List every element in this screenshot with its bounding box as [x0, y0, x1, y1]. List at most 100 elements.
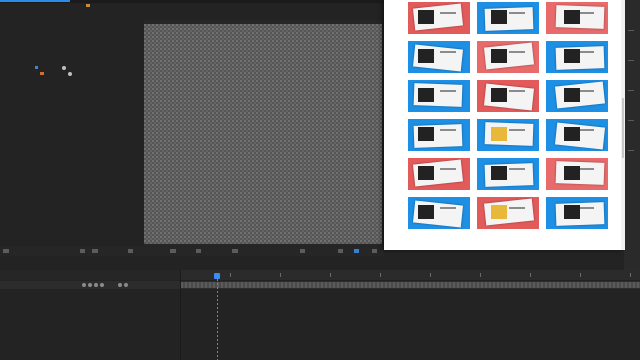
network-icon[interactable] [68, 72, 72, 76]
view-icon[interactable] [300, 249, 305, 253]
page-text-block [578, 51, 594, 53]
time-ruler[interactable] [181, 270, 640, 280]
panel-tick [628, 30, 634, 31]
ruler-tick [580, 273, 581, 277]
shy-icon[interactable] [118, 283, 122, 287]
ruler-tick [330, 273, 331, 277]
magazine-thumbnail[interactable] [477, 41, 539, 73]
playhead-line [217, 279, 218, 360]
grid-icon[interactable] [3, 249, 9, 253]
magazine-page [554, 81, 606, 109]
magazine-thumbnail[interactable] [546, 80, 608, 112]
page-image [491, 88, 507, 102]
magazine-page [555, 46, 605, 70]
page-text-block [440, 12, 456, 14]
composition-icon [35, 66, 38, 69]
panel-tick [628, 60, 634, 61]
page-image [491, 127, 507, 141]
resolution-icon[interactable] [128, 249, 133, 253]
magazine-thumbnail[interactable] [477, 2, 539, 34]
panel-tick [628, 90, 634, 91]
page-text-block [578, 168, 594, 170]
render-icon[interactable] [62, 66, 66, 70]
magazine-thumbnail[interactable] [477, 158, 539, 190]
timeline-divider[interactable] [180, 270, 181, 360]
layer-duration-bar[interactable] [181, 282, 640, 288]
page-image [491, 166, 507, 180]
ruler-tick [280, 273, 281, 277]
page-text-block [578, 207, 594, 209]
reset-exposure-icon[interactable] [372, 249, 377, 253]
magazine-thumbnail[interactable] [408, 80, 470, 112]
magazine-thumbnail[interactable] [546, 197, 608, 229]
effects-icon[interactable] [124, 283, 128, 287]
page-text-block [440, 129, 456, 131]
magazine-thumbnail[interactable] [546, 41, 608, 73]
ruler-tick [630, 273, 631, 277]
page-image [418, 166, 434, 180]
page-text-block [509, 168, 525, 170]
magazine-thumbnail[interactable] [408, 41, 470, 73]
thumbnail-grid [408, 2, 612, 234]
solo-icon[interactable] [94, 283, 98, 287]
footage-icon [40, 72, 44, 75]
page-image [418, 88, 434, 102]
page-image [418, 10, 434, 24]
visibility-icon[interactable] [82, 283, 86, 287]
magazine-thumbnail[interactable] [408, 119, 470, 151]
camera-icon[interactable] [170, 249, 176, 253]
page-text-block [440, 51, 456, 53]
panel-tick [628, 120, 634, 121]
region-icon[interactable] [196, 249, 201, 253]
folder-icon[interactable] [86, 4, 90, 7]
channel-icon[interactable] [92, 249, 98, 253]
page-text-block [440, 168, 456, 170]
fast-preview-icon[interactable] [338, 249, 343, 253]
page-text-block [509, 207, 525, 209]
ruler-tick [430, 273, 431, 277]
magazine-thumbnail[interactable] [408, 158, 470, 190]
magazine-thumbnail[interactable] [546, 119, 608, 151]
magazine-page [555, 5, 605, 29]
magazine-thumbnail[interactable] [477, 80, 539, 112]
snapshot-icon[interactable] [80, 249, 85, 253]
right-panel-strip [624, 0, 640, 270]
timeline-body [0, 289, 640, 360]
page-text-block [509, 12, 525, 14]
page-text-block [578, 12, 594, 14]
viewer-toolbar [0, 246, 384, 256]
lock-icon[interactable] [100, 283, 104, 287]
exposure-icon[interactable] [354, 249, 359, 253]
magazine-thumbnail[interactable] [408, 2, 470, 34]
page-image [418, 49, 434, 63]
ruler-tick [230, 273, 231, 277]
ruler-tick [480, 273, 481, 277]
page-text-block [509, 51, 525, 53]
magazine-thumbnail[interactable] [477, 119, 539, 151]
ruler-tick [530, 273, 531, 277]
active-tab-indicator [0, 0, 70, 2]
magazine-page [555, 202, 605, 226]
page-text-block [440, 207, 456, 209]
transparency-icon[interactable] [232, 249, 238, 253]
magazine-thumbnail[interactable] [546, 2, 608, 34]
magazine-thumbnail[interactable] [546, 158, 608, 190]
page-image [491, 205, 507, 219]
magazine-page [554, 122, 606, 150]
magazine-thumbnail[interactable] [477, 197, 539, 229]
panel-tick [628, 150, 634, 151]
page-text-block [509, 129, 525, 131]
magazine-thumbnail[interactable] [408, 197, 470, 229]
page-image [418, 205, 434, 219]
page-image [418, 127, 434, 141]
page-text-block [578, 129, 594, 131]
page-image [491, 10, 507, 24]
preview-scroll-thumb[interactable] [622, 98, 624, 158]
ruler-tick [380, 273, 381, 277]
composition-canvas[interactable] [144, 24, 382, 244]
page-text-block [440, 90, 456, 92]
audio-icon[interactable] [88, 283, 92, 287]
page-text-block [578, 90, 594, 92]
magazine-page [555, 161, 605, 185]
page-text-block [509, 90, 525, 92]
